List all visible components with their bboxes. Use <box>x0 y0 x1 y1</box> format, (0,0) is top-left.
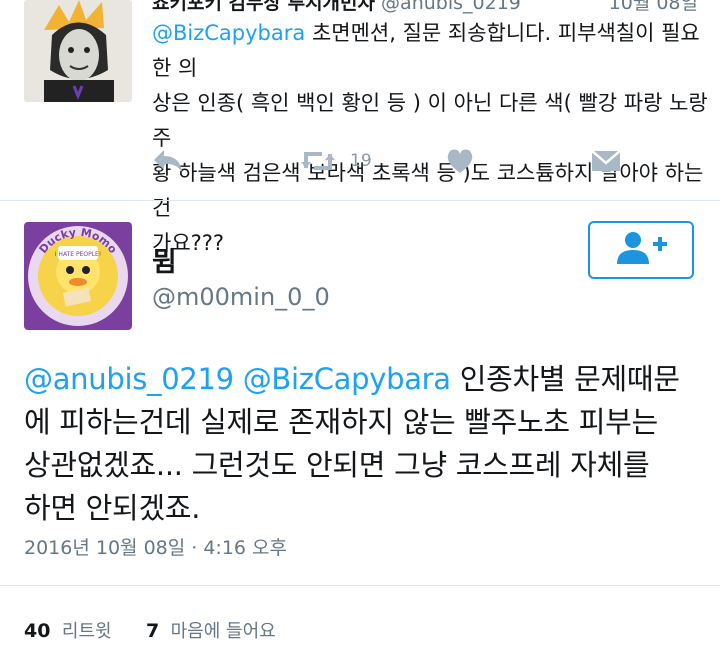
main-text-line: 하면 안되겠죠. <box>24 491 201 525</box>
main-text-line: 인종차별 문제때문 <box>450 362 680 396</box>
main-tweet-text: @anubis_0219 @BizCapybara 인종차별 문제때문 에 피하… <box>24 358 714 530</box>
divider <box>0 200 720 201</box>
main-text-line: 에 피하는건데 실제로 존재하지 않는 빨주노초 피부는 <box>24 405 658 439</box>
direct-message-button[interactable] <box>592 149 620 173</box>
heart-icon <box>446 148 474 174</box>
retweet-count: 19 <box>350 151 372 171</box>
parent-mention-link[interactable]: @BizCapybara <box>152 21 305 45</box>
retweet-icon <box>300 148 336 174</box>
main-avatar[interactable]: I HATE PEOPLE! Ducky Momo <box>24 222 132 330</box>
likes-label: 마음에 들어요 <box>170 621 276 642</box>
retweets-label: 리트윗 <box>61 621 112 642</box>
parent-avatar[interactable] <box>24 0 132 102</box>
retweet-button[interactable]: 19 <box>300 148 372 174</box>
avatar-badge-text: I HATE PEOPLE! <box>55 251 101 258</box>
parent-action-bar: 19 <box>0 138 720 186</box>
main-mention-link[interactable]: @BizCapybara <box>243 362 451 396</box>
tweet-stats: 40 리트윗 7 마음에 들어요 <box>24 617 276 643</box>
parent-display-name[interactable]: 쵸키포키 김무상 루시개빈자 <box>152 0 375 14</box>
follow-button[interactable] <box>588 221 694 279</box>
envelope-icon <box>592 149 620 173</box>
main-display-name[interactable]: 뮘 <box>152 240 177 279</box>
likes-stat[interactable]: 7 마음에 들어요 <box>145 620 276 642</box>
like-button[interactable] <box>446 148 474 174</box>
parent-handle[interactable]: @anubis_0219 <box>381 0 521 14</box>
retweets-count: 40 <box>24 620 51 642</box>
parent-date[interactable]: 10월 08일 <box>609 0 698 15</box>
main-mention-link[interactable]: @anubis_0219 <box>24 362 234 396</box>
parent-tweet-header: 쵸키포키 김무상 루시개빈자 @anubis_0219 10월 08일 <box>152 0 712 15</box>
retweets-stat[interactable]: 40 리트윗 <box>24 620 112 642</box>
reply-icon <box>152 148 184 174</box>
main-text-line: 상관없겠죠... 그런것도 안되면 그냥 코스프레 자체를 <box>24 448 650 482</box>
tweet-timestamp[interactable]: 2016년 10월 08일 · 4:16 오후 <box>24 533 287 560</box>
reply-button[interactable] <box>152 148 184 174</box>
divider <box>0 585 720 586</box>
main-handle[interactable]: @m00min_0_0 <box>152 283 330 311</box>
likes-count: 7 <box>145 620 160 642</box>
add-user-icon <box>613 230 669 270</box>
